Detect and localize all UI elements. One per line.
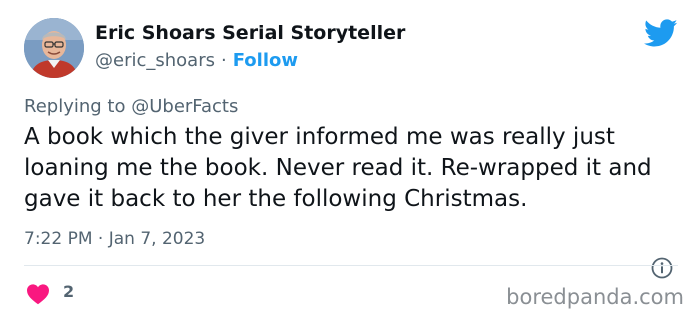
info-icon[interactable]	[650, 256, 674, 280]
tweet-timestamp[interactable]: 7:22 PM · Jan 7, 2023	[24, 229, 205, 249]
replying-to-label: Replying to	[24, 96, 126, 117]
avatar[interactable]	[24, 18, 84, 78]
author-handle[interactable]: @eric_shoars	[95, 50, 215, 71]
heart-icon[interactable]	[26, 283, 50, 305]
replying-to-mention[interactable]: @UberFacts	[131, 96, 238, 117]
twitter-bird-icon[interactable]	[644, 19, 678, 49]
watermark: boredpanda.com	[506, 285, 684, 309]
author-handle-row: @eric_shoars · Follow	[95, 50, 298, 71]
like-count: 2	[63, 282, 75, 301]
follow-button[interactable]: Follow	[233, 50, 298, 71]
author-display-name[interactable]: Eric Shoars Serial Storyteller	[95, 22, 405, 44]
handle-separator: ·	[220, 50, 227, 71]
divider	[24, 265, 678, 266]
tweet-text: A book which the giver informed me was r…	[24, 124, 652, 212]
replying-to-line: Replying to @UberFacts	[24, 96, 238, 117]
